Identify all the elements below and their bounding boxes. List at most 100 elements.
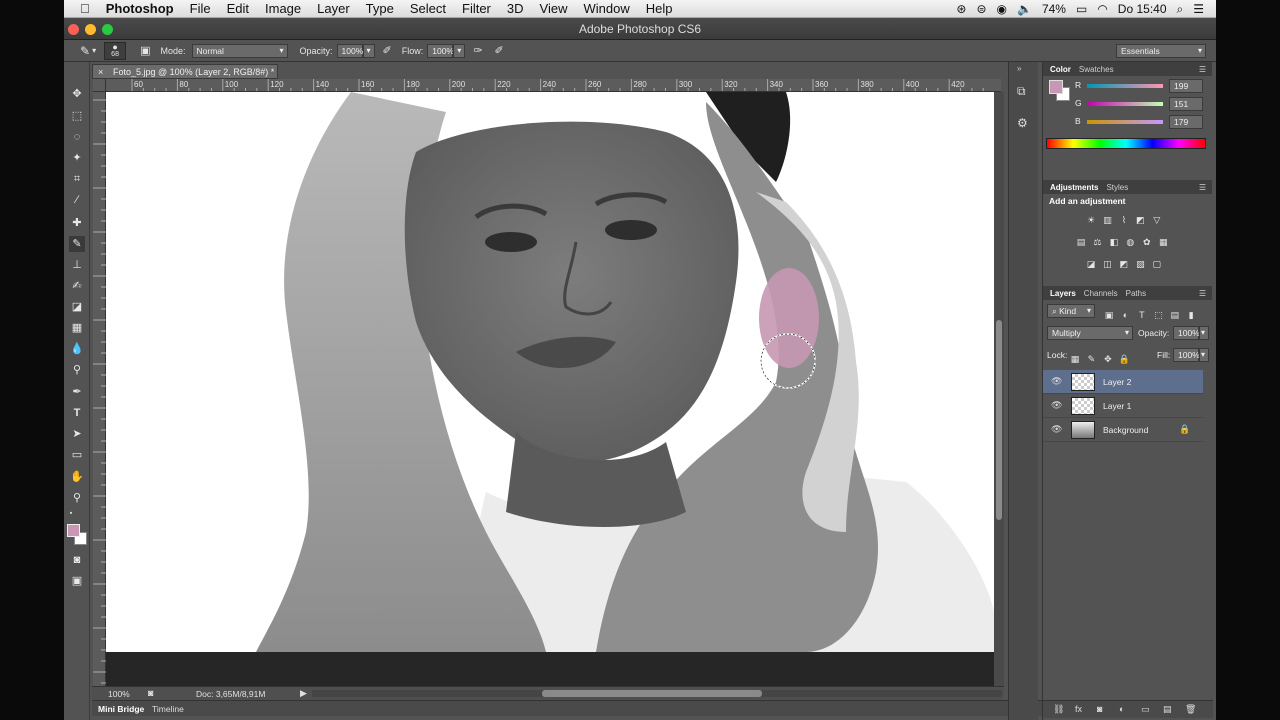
tab-adjustments[interactable]: Adjustments xyxy=(1046,183,1102,192)
menu-help[interactable]: Help xyxy=(638,1,681,16)
clock[interactable]: Do 15:40 xyxy=(1113,2,1172,16)
blue-slider[interactable] xyxy=(1087,120,1163,124)
minimize-window-button[interactable] xyxy=(85,24,96,35)
horizontal-scrollbar[interactable] xyxy=(312,690,1002,697)
maximize-window-button[interactable] xyxy=(102,24,113,35)
gradient-tool-icon[interactable]: ▦ xyxy=(69,320,85,336)
menu-edit[interactable]: Edit xyxy=(219,1,257,16)
selective-color-icon[interactable]: ▢ xyxy=(1151,259,1163,269)
volume-icon[interactable]: 🔈 xyxy=(1012,2,1037,16)
quick-mask-icon[interactable]: ◙ xyxy=(69,552,85,568)
filter-pixel-icon[interactable]: ▣ xyxy=(1103,310,1115,320)
path-selection-tool-icon[interactable]: ➤ xyxy=(69,426,85,442)
history-brush-tool-icon[interactable]: ✍ xyxy=(69,278,85,294)
app-menu[interactable]: Photoshop xyxy=(98,1,182,16)
airbrush-icon[interactable]: ✑ xyxy=(473,44,482,57)
hand-tool-icon[interactable]: ✋ xyxy=(69,469,85,485)
color-balance-icon[interactable]: ⚖ xyxy=(1091,237,1103,247)
mode-select[interactable]: Normal xyxy=(191,43,288,58)
delete-layer-icon[interactable]: 🗑 xyxy=(1185,704,1196,715)
pressure-opacity-icon[interactable]: ✐ xyxy=(383,44,392,57)
marquee-tool-icon[interactable]: ⬚ xyxy=(69,108,85,124)
green-input[interactable]: 151 xyxy=(1169,97,1203,111)
lock-all-icon[interactable]: 🔒 xyxy=(1118,354,1130,364)
new-adjustment-layer-icon[interactable]: ◐ xyxy=(1119,704,1124,714)
clone-stamp-tool-icon[interactable]: ⊥ xyxy=(69,257,85,273)
background-thumbnail[interactable] xyxy=(1071,421,1095,439)
menu-window[interactable]: Window xyxy=(575,1,637,16)
visibility-eye-icon[interactable]: 👁 xyxy=(1051,424,1062,435)
layer-opacity-dropdown[interactable] xyxy=(1199,326,1209,340)
layer-row-layer-1[interactable]: 👁 Layer 1 xyxy=(1043,394,1203,418)
tab-mini-bridge[interactable]: Mini Bridge xyxy=(98,704,144,714)
exposure-icon[interactable]: ◩ xyxy=(1134,215,1146,225)
vertical-scroll-thumb[interactable] xyxy=(996,320,1002,520)
default-colors-icon[interactable]: ▪ xyxy=(66,509,76,519)
status-menu-arrow-icon[interactable]: ▶ xyxy=(300,688,307,699)
apple-menu-icon[interactable]:  xyxy=(64,1,98,16)
photo-canvas[interactable] xyxy=(106,92,994,652)
creative-cloud-icon[interactable]: ⊛ xyxy=(951,2,971,16)
vertical-scrollbar[interactable] xyxy=(994,92,1004,686)
brush-tool-icon[interactable]: ✎ xyxy=(80,44,90,58)
brush-preset-picker[interactable]: ● 68 xyxy=(104,41,127,60)
color-spectrum-ramp[interactable] xyxy=(1046,138,1206,149)
layer-1-name[interactable]: Layer 1 xyxy=(1103,401,1131,411)
tab-styles[interactable]: Styles xyxy=(1102,183,1132,192)
filter-smart-object-icon[interactable]: ▤ xyxy=(1169,310,1181,320)
black-white-icon[interactable]: ◧ xyxy=(1108,237,1120,247)
zoom-tool-icon[interactable]: ⚲ xyxy=(69,490,85,506)
status-info-icon[interactable]: ◙ xyxy=(148,688,153,698)
gradient-map-icon[interactable]: ▧ xyxy=(1134,259,1146,269)
layer-style-fx-icon[interactable]: fx xyxy=(1075,704,1082,714)
visibility-eye-icon[interactable]: 👁 xyxy=(1051,400,1062,411)
battery-percent[interactable]: 74% xyxy=(1037,2,1071,16)
vibrance-icon[interactable]: ▽ xyxy=(1151,215,1163,225)
fill-dropdown[interactable] xyxy=(1199,348,1209,362)
fill-input[interactable]: 100% xyxy=(1173,348,1200,362)
levels-icon[interactable]: ▥ xyxy=(1101,215,1113,225)
properties-panel-icon[interactable]: ⚙ xyxy=(1017,116,1028,130)
notification-center-icon[interactable]: ☰ xyxy=(1188,2,1216,16)
filter-toggle-icon[interactable]: ▮ xyxy=(1185,310,1197,320)
posterize-icon[interactable]: ◫ xyxy=(1101,259,1113,269)
tool-preset-dropdown-icon[interactable]: ▾ xyxy=(92,46,96,55)
channel-mixer-icon[interactable]: ✿ xyxy=(1141,237,1153,247)
visibility-eye-icon[interactable]: 👁 xyxy=(1051,376,1062,387)
menu-file[interactable]: File xyxy=(182,1,219,16)
eyedropper-tool-icon[interactable]: ⁄ xyxy=(69,192,85,208)
pen-tool-icon[interactable]: ✒ xyxy=(69,384,85,400)
tab-channels[interactable]: Channels xyxy=(1080,289,1122,298)
opacity-input[interactable]: 100% xyxy=(336,43,363,58)
curves-icon[interactable]: ⌇ xyxy=(1118,215,1130,225)
green-slider[interactable] xyxy=(1087,102,1163,106)
lock-transparent-icon[interactable]: ▦ xyxy=(1069,354,1081,364)
menu-filter[interactable]: Filter xyxy=(454,1,499,16)
record-icon[interactable]: ◉ xyxy=(992,2,1012,16)
menu-image[interactable]: Image xyxy=(257,1,309,16)
hue-saturation-icon[interactable]: ▤ xyxy=(1075,237,1087,247)
layer-opacity-input[interactable]: 100% xyxy=(1173,326,1200,340)
layer-1-thumbnail[interactable] xyxy=(1071,397,1095,415)
crop-tool-icon[interactable]: ⌗ xyxy=(69,171,85,187)
layer-2-thumbnail[interactable] xyxy=(1071,373,1095,391)
tab-timeline[interactable]: Timeline xyxy=(152,704,184,714)
color-fg-swatch[interactable] xyxy=(1049,80,1063,94)
menu-type[interactable]: Type xyxy=(358,1,402,16)
horizontal-scroll-thumb[interactable] xyxy=(542,690,762,697)
tab-paths[interactable]: Paths xyxy=(1122,289,1150,298)
dodge-tool-icon[interactable]: ⚲ xyxy=(69,362,85,378)
eraser-tool-icon[interactable]: ◪ xyxy=(69,299,85,315)
add-mask-icon[interactable]: ◙ xyxy=(1097,704,1102,714)
lasso-tool-icon[interactable]: ◌ xyxy=(69,129,85,145)
layer-filter-kind[interactable]: ⌕ Kind xyxy=(1047,304,1095,318)
screen-mode-icon[interactable]: ▣ xyxy=(69,573,85,589)
tab-layers[interactable]: Layers xyxy=(1046,289,1080,298)
background-name[interactable]: Background xyxy=(1103,425,1148,435)
foreground-color-swatch[interactable] xyxy=(67,524,80,537)
opacity-dropdown[interactable] xyxy=(362,43,375,58)
tab-color[interactable]: Color xyxy=(1046,65,1075,74)
panel-menu-icon[interactable]: ☰ xyxy=(1195,65,1212,74)
invert-icon[interactable]: ◪ xyxy=(1085,259,1097,269)
adjustments-menu-icon[interactable]: ☰ xyxy=(1195,183,1212,192)
